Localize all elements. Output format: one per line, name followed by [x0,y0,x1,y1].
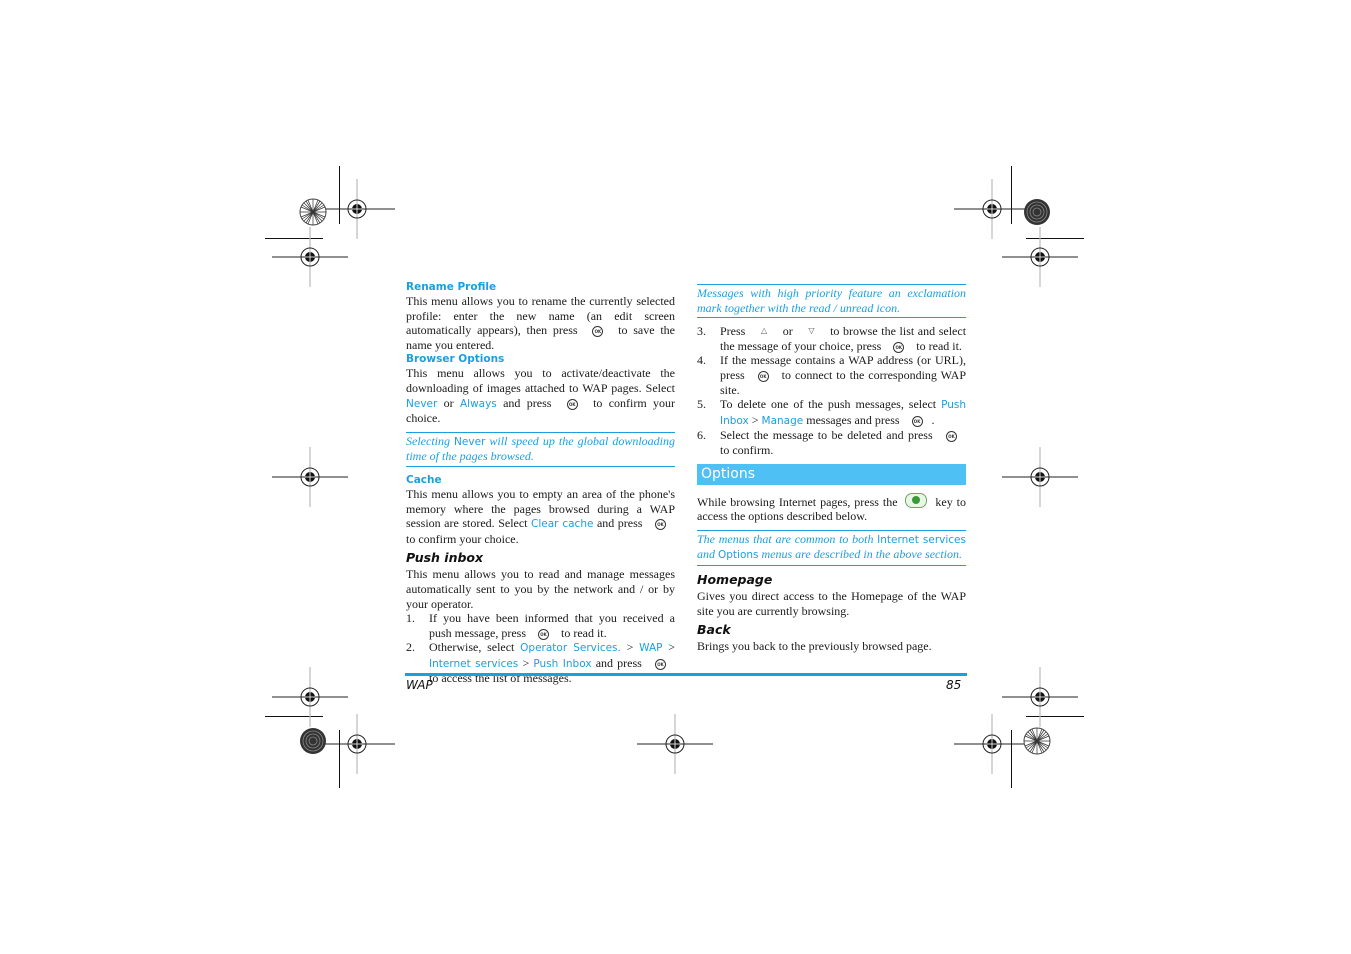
menu-wap: WAP [639,642,663,655]
ok-key-icon: OK [655,658,666,670]
footer-rule [405,673,967,676]
step-text: to read it. [916,338,962,353]
step-item: 3. Press △ or ▽ to browse the list and s… [697,324,966,353]
right-column: Messages with high priority feature an e… [697,284,966,654]
step-number: 6. [697,428,706,443]
back-heading: Back [697,622,731,638]
options-key-icon [905,492,928,508]
step-number: 2. [406,640,415,655]
note-priority: Messages with high priority feature an e… [697,284,966,319]
step-text: to connect to the corresponding WAP site… [720,367,967,397]
step-text: To delete one of the push messages, sele… [720,397,937,412]
page-number: 85 [946,678,962,692]
path-separator: > [522,655,530,670]
nav-down-icon: ▽ [808,326,815,336]
ok-key-icon: OK [655,519,666,531]
step-number: 3. [697,324,706,339]
options-section-banner: Options [697,463,966,485]
step-text: and press [595,655,642,670]
push-inbox-steps-continued: 3. Press △ or ▽ to browse the list and s… [697,324,966,457]
body-text: and press [503,395,552,410]
menu-push-inbox: Push Inbox [533,657,592,670]
step-text: to confirm. [720,442,774,457]
back-text: Brings you back to the previously browse… [697,639,932,654]
note-common-menus: The menus that are common to both Intern… [697,529,966,566]
menu-never: Never [454,435,486,448]
push-inbox-intro: This menu allows you to read and manage … [406,567,675,611]
note-text: Selecting [406,433,450,448]
step-number: 1. [406,611,415,626]
footer-section-name: WAP [406,678,433,692]
ok-key-icon: OK [757,370,769,382]
body-text: This menu allows you to activate/deactiv… [406,366,675,395]
menu-clear-cache: Clear cache [531,518,594,531]
rename-profile-text: This menu allows you to rename the curre… [406,294,675,352]
body-text: to confirm your choice. [406,531,519,546]
step-text: . [931,412,935,427]
browser-options-heading: Browser Options [406,353,505,366]
nav-up-icon: △ [760,326,768,336]
note-text: The menus that are common to both [697,531,874,546]
step-item: 2. Otherwise, select Operator Services. … [406,640,675,686]
menu-options: Options [718,549,759,562]
cache-heading: Cache [406,473,442,486]
step-item: 4. If the message contains a WAP address… [697,353,966,397]
left-column: Rename Profile This menu allows you to r… [406,280,675,686]
step-text: to read it. [560,625,607,640]
homepage-heading: Homepage [697,571,773,587]
ok-key-icon: OK [566,398,578,410]
step-item: 5. To delete one of the push messages, s… [697,397,966,428]
ok-key-icon: OK [946,431,957,443]
step-text: Select the message to be deleted and pre… [720,428,933,443]
path-separator: > [668,640,676,655]
browser-options-text: This menu allows you to activate/deactiv… [406,366,675,425]
step-number: 5. [697,397,706,412]
menu-never: Never [406,397,438,410]
step-item: 6. Select the message to be deleted and … [697,428,966,457]
push-inbox-heading: Push inbox [406,550,484,566]
body-text: While browsing Internet pages, press the [697,494,898,509]
body-text: and press [596,516,643,531]
ok-key-icon: OK [893,341,905,353]
step-text: Press [720,324,746,339]
menu-always: Always [459,397,497,410]
note-never: Selecting Never will speed up the global… [406,431,675,467]
menu-internet-services: Internet services [429,657,519,670]
ok-key-icon: OK [537,628,549,640]
step-text: If you have been informed that you recei… [429,611,675,640]
menu-operator-services: Operator Services. [520,642,621,655]
path-separator: > [751,412,759,427]
path-separator: > [626,640,634,655]
homepage-text: Gives you direct access to the Homepage … [697,588,966,618]
cache-text: This menu allows you to empty an area of… [406,487,675,546]
menu-manage: Manage [761,414,804,427]
body-text: or [443,395,454,410]
options-intro: While browsing Internet pages, press the… [697,492,966,524]
rename-profile-heading: Rename Profile [406,281,497,293]
registration-marks [271,178,1079,775]
ok-key-icon: OK [592,326,604,338]
note-text: and [697,547,715,562]
ok-key-icon: OK [911,415,923,427]
step-number: 4. [697,353,706,368]
step-text: messages and press [806,412,900,427]
step-item: 1. If you have been informed that you re… [406,611,675,640]
step-text: Otherwise, select [429,640,515,655]
step-text: or [782,324,793,339]
note-text: menus are described in the above section… [761,547,963,562]
menu-internet-services: Internet services [877,533,966,546]
